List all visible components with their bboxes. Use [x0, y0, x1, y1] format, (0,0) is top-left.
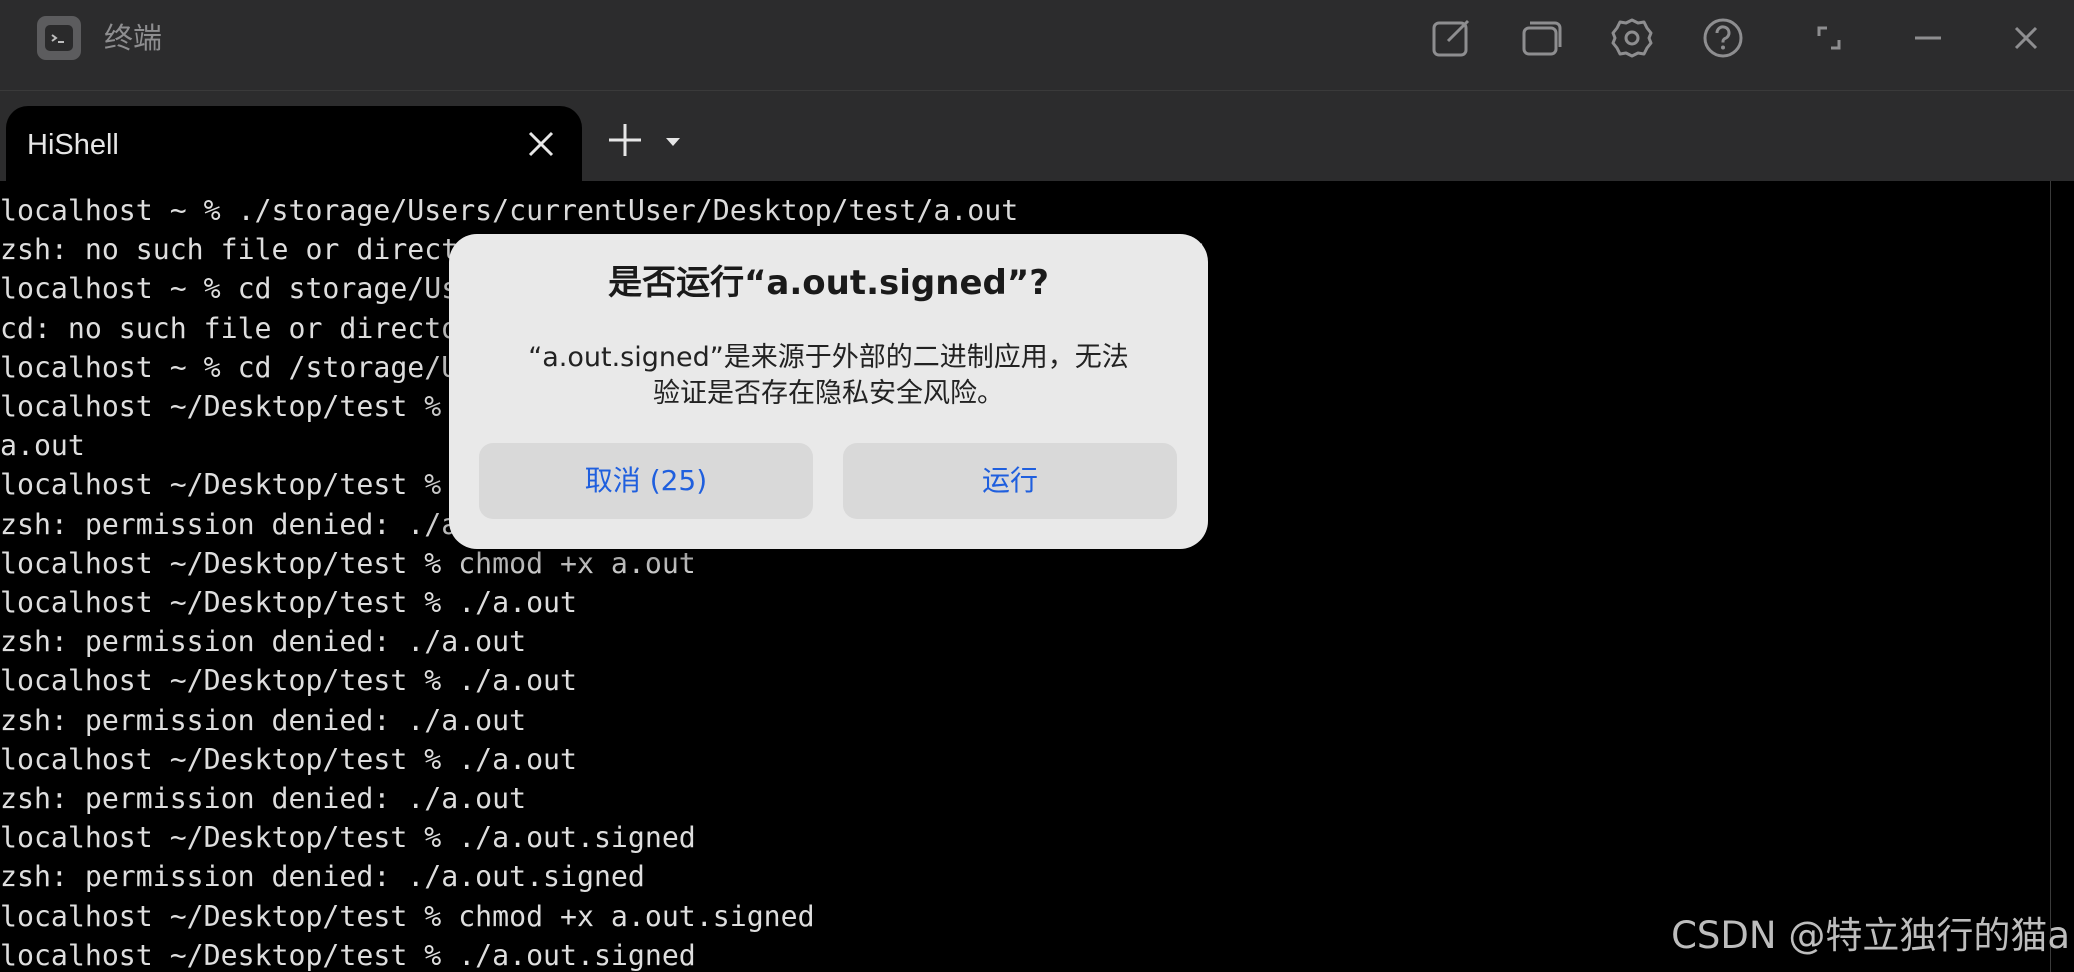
terminal-line: zsh: permission denied: ./a.out [0, 782, 527, 815]
chevron-down-icon[interactable] [662, 131, 684, 153]
terminal-line: localhost ~/Desktop/test % chmod +x a.ou… [0, 899, 815, 933]
tab-bar: HiShell [0, 91, 2074, 186]
terminal-line: localhost ~/Desktop/test % [0, 468, 442, 502]
terminal-line: localhost ~/Desktop/test % [0, 390, 442, 423]
edit-icon[interactable] [1430, 17, 1472, 59]
windows-icon[interactable] [1521, 17, 1563, 59]
terminal-line: localhost ~ % cd /storage/U [0, 350, 459, 384]
title-bar: 终端 [0, 0, 2074, 91]
tab-label: HiShell [27, 129, 119, 161]
terminal-line: localhost ~/Desktop/test % chmod +x a.ou… [0, 546, 696, 580]
cancel-button[interactable]: 取消 (25) [479, 443, 813, 519]
run-button[interactable]: 运行 [843, 443, 1177, 519]
fullscreen-icon[interactable] [1808, 17, 1850, 59]
plus-icon[interactable] [606, 121, 644, 159]
run-confirmation-dialog: 是否运行“a.out.signed”? “a.out.signed”是来源于外部… [449, 234, 1208, 549]
terminal-line: localhost ~/Desktop/test % ./a.out.signe… [0, 821, 696, 855]
settings-icon[interactable] [1611, 17, 1653, 59]
terminal-line: zsh: permission denied: ./a.out [0, 703, 527, 737]
terminal-line: a.out [0, 429, 85, 463]
help-icon[interactable] [1702, 17, 1744, 59]
tab-hishell[interactable]: HiShell [6, 106, 582, 186]
terminal-app-icon [37, 16, 81, 60]
tab-close-icon[interactable] [525, 128, 557, 160]
terminal-line: zsh: permission denied: ./a.out [0, 625, 527, 659]
watermark: CSDN @特立独行的猫a [1671, 914, 2070, 957]
terminal-line: localhost ~/Desktop/test % ./a.out [0, 664, 577, 698]
dialog-message: “a.out.signed”是来源于外部的二进制应用，无法 验证是否存在隐私安全… [489, 340, 1168, 412]
terminal-line: cd: no such file or directo [0, 311, 459, 345]
terminal-line: localhost ~/Desktop/test % ./a.out [0, 586, 577, 619]
dialog-title: 是否运行“a.out.signed”? [608, 263, 1049, 303]
terminal-line: zsh: permission denied: ./a [0, 507, 459, 541]
scrollbar[interactable] [2050, 181, 2074, 972]
terminal-line: localhost ~ % ./storage/Users/currentUse… [0, 194, 1019, 227]
terminal-line: localhost ~ % cd storage/Us [0, 272, 459, 306]
terminal-line: zsh: permission denied: ./a.out.signed [0, 860, 645, 894]
dialog-message-line: 验证是否存在隐私安全风险。 [653, 378, 1004, 409]
terminal-line: localhost ~/Desktop/test % ./a.out [0, 742, 577, 776]
minimize-icon[interactable] [1907, 17, 1949, 59]
terminal-line: localhost ~/Desktop/test % ./a.out.signe… [0, 938, 696, 972]
close-icon[interactable] [2005, 17, 2047, 59]
window-title: 终端 [104, 21, 163, 55]
dialog-message-line: “a.out.signed”是来源于外部的二进制应用，无法 [528, 342, 1129, 373]
